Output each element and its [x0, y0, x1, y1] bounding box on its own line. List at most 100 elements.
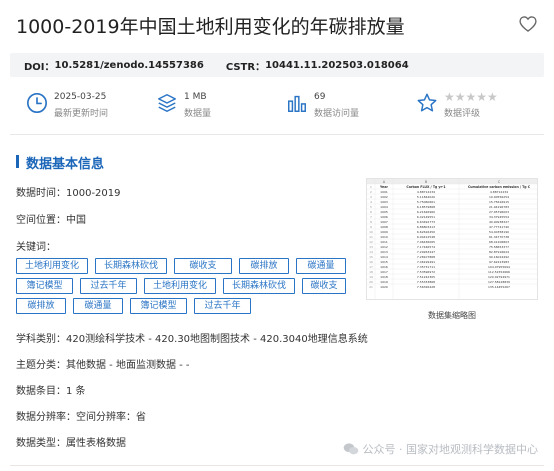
sheet-cell: 1005 — [380, 210, 388, 214]
sheet-row-number: 20 — [369, 280, 373, 284]
sheet-cell: 6.94412548 — [417, 235, 435, 239]
sheet-row-number: 14 — [369, 250, 373, 254]
keyword-tag[interactable]: 碳排放 — [16, 298, 66, 314]
stat-rating-label: 数据评级 — [444, 109, 481, 119]
sheet-cell: 7.28107868 — [417, 255, 435, 259]
sheet-row-number: 5 — [370, 205, 372, 209]
sheet-cell: 6.86803413 — [417, 225, 435, 229]
info-space-row: 空间位置：中国 — [16, 211, 86, 226]
footer-divider — [10, 465, 544, 466]
sheet-row-number: 1 — [370, 185, 372, 189]
stats-row: 2025-03-25 最新更新时间 1 MB 数据量 69 数据访问量 ★★★★… — [10, 84, 544, 124]
database-icon — [158, 94, 176, 112]
sheet-cell: 6.21626960 — [417, 210, 435, 214]
sheet-cell: 7.51242305 — [417, 275, 435, 279]
section-title: 数据基本信息 — [16, 153, 104, 172]
sheet-cell: 1009 — [380, 230, 388, 234]
bar-chart-icon — [288, 95, 306, 112]
sheet-cell: 54.40358190 — [489, 230, 509, 234]
keyword-tag[interactable]: 簿记模型 — [16, 278, 73, 294]
sheet-cell: 75.58653377 — [489, 245, 509, 249]
sheet-row-number: 11 — [369, 235, 373, 239]
keyword-tag[interactable]: 过去千年 — [80, 278, 137, 294]
sheet-header-cell: Carbon FLUX / Tg yr-1 — [406, 185, 445, 189]
thumbnail-caption: 数据集缩略图 — [428, 311, 476, 320]
watermark-text: 公众号 · 国家对地观测科学数据中心 — [362, 443, 539, 456]
stat-visits-label: 数据访问量 — [314, 109, 360, 119]
sheet-cell: 82.87916624 — [489, 250, 509, 254]
rating-stars[interactable]: ★★★★★ — [444, 90, 498, 104]
identifier-bar: DOI： 10.5281/zenodo.14557386 CSTR： 10441… — [10, 53, 544, 77]
stat-updated-value: 2025-03-25 — [54, 92, 107, 102]
stat-size-label: 数据量 — [184, 109, 212, 119]
space-value: 中国 — [66, 215, 86, 226]
keyword-tag[interactable]: 碳通量 — [296, 258, 346, 274]
stat-updated: 2025-03-25 最新更新时间 — [10, 84, 140, 124]
sheet-row-number: 6 — [370, 210, 372, 214]
keyword-tag[interactable]: 碳收支 — [302, 278, 346, 294]
sheet-cell: 1001 — [380, 190, 388, 194]
sheet-row-number: 7 — [370, 215, 372, 219]
keyword-tag[interactable]: 长期森林砍伐 — [95, 258, 167, 274]
dataset-thumbnail[interactable]: A B C 1 Year Carbon FLUX / Tg yr-1 Cumulative … — [366, 178, 538, 300]
sheet-cell: 97.62223983 — [489, 260, 509, 264]
sheet-cell: 7.29263247 — [417, 250, 435, 254]
divider — [10, 134, 544, 135]
space-label: 空间位置： — [16, 215, 66, 226]
keyword-tag[interactable]: 碳通量 — [73, 298, 123, 314]
sheet-cell: 90.16024492 — [489, 255, 509, 259]
keyword-tag[interactable]: 簿记模型 — [130, 298, 187, 314]
sheet-row-number: 10 — [369, 230, 373, 234]
sheet-col-header: B — [425, 180, 427, 184]
doi-value[interactable]: 10.5281/zenodo.14557386 — [55, 60, 204, 71]
stat-rating: ★★★★★ 数据评级 — [400, 84, 530, 124]
sheet-row-number: 18 — [369, 270, 373, 274]
sheet-row-number: 13 — [369, 245, 373, 249]
watermark: 公众号 · 国家对地观测科学数据中心 — [343, 441, 539, 457]
sheet-cell: 1018 — [380, 275, 388, 279]
keyword-tag[interactable]: 长期森林砍伐 — [223, 278, 295, 294]
sheet-cell: 1019 — [380, 280, 388, 284]
count-value: 1 条 — [66, 386, 86, 397]
sheet-row-number: 2 — [370, 190, 372, 194]
sheet-row-number: 9 — [370, 225, 372, 229]
theme-label: 主题分类： — [16, 360, 66, 371]
sheet-cell: 5.11844020 — [417, 195, 435, 199]
sheet-cell: 6.63492773 — [417, 220, 435, 224]
info-type-row: 数据类型：属性表格数据 — [16, 434, 126, 449]
keyword-tag[interactable]: 碳排放 — [239, 258, 289, 274]
keywords-label: 关键词： — [16, 242, 56, 253]
keyword-tag[interactable]: 碳收支 — [174, 258, 232, 274]
clock-icon — [27, 93, 47, 113]
sheet-cell: 1013 — [380, 250, 388, 254]
resolution-label: 数据分辨率： — [16, 412, 76, 423]
keyword-tag[interactable]: 土地利用变化 — [16, 258, 88, 274]
sheet-cell: 7.06436065 — [417, 240, 435, 244]
subject-value: 420测绘科学技术 - 420.30地图制图技术 - 420.3040地理信息系… — [66, 334, 368, 345]
time-value: 1000-2019 — [66, 188, 121, 199]
stat-visits: 69 数据访问量 — [270, 84, 400, 124]
time-label: 数据时间： — [16, 188, 66, 199]
info-count-row: 数据条目：1 条 — [16, 382, 86, 397]
info-theme-row: 主题分类：其他数据 - 地面监测数据 - - — [16, 356, 190, 371]
doi-label: DOI： — [24, 61, 55, 73]
sheet-row-number: 17 — [369, 265, 373, 269]
info-resolution-row: 数据分辨率：空间分辨率：省 — [16, 408, 146, 423]
favorite-heart-icon[interactable] — [518, 14, 538, 34]
sheet-cell: 7.35731711 — [417, 265, 435, 269]
cstr-value[interactable]: 10441.11.202503.018064 — [265, 60, 409, 71]
stat-size-value: 1 MB — [184, 92, 207, 102]
sheet-cell: 1007 — [380, 220, 388, 224]
sheet-cell: 135.14455267 — [488, 285, 510, 289]
sheet-cell: 104.97955694 — [488, 265, 510, 269]
sheet-cell: 7.53596972 — [417, 270, 435, 274]
keyword-tag[interactable]: 土地利用变化 — [144, 278, 216, 294]
keyword-tag[interactable]: 过去千年 — [194, 298, 251, 314]
sheet-cell: 1016 — [380, 265, 388, 269]
sheet-header-cell: Year — [379, 185, 388, 189]
sheet-cell: 7.55333868 — [417, 280, 435, 284]
sheet-cell: 120.02794971 — [488, 275, 510, 279]
sheet-cell: 1006 — [380, 215, 388, 219]
wechat-icon — [343, 443, 358, 455]
sheet-cell: 7.56326428 — [417, 285, 435, 289]
